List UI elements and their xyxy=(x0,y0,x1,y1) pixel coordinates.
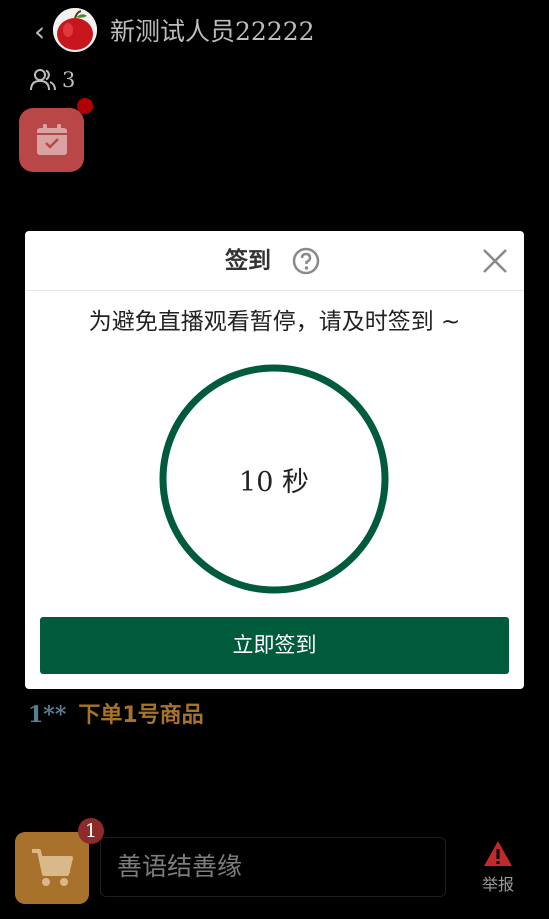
chat-message: 1** 下单1号商品 xyxy=(28,700,204,730)
live-room-page: ‹ 新测试人员22222 3 1** 下单1号商品 1 善语结善缘 举报 签到 … xyxy=(0,0,549,919)
warning-icon xyxy=(484,841,512,866)
chat-text: 下单1号商品 xyxy=(78,703,204,728)
cart-button[interactable] xyxy=(15,832,89,904)
back-button[interactable]: ‹ xyxy=(34,18,48,46)
room-title: 新测试人员22222 xyxy=(110,17,315,46)
close-icon[interactable] xyxy=(481,247,509,275)
viewer-count-value: 3 xyxy=(62,68,76,92)
comment-input[interactable]: 善语结善缘 xyxy=(100,837,446,897)
modal-description: 为避免直播观看暂停，请及时签到 ~ xyxy=(88,309,461,335)
countdown-text: 10 秒 xyxy=(239,466,309,498)
checkin-entry-button[interactable] xyxy=(19,108,84,172)
chat-username: 1** xyxy=(28,702,67,728)
host-avatar[interactable] xyxy=(53,8,97,52)
modal-header: 签到 xyxy=(25,231,524,291)
chevron-left-icon: ‹ xyxy=(34,15,46,48)
cart-icon xyxy=(32,849,73,886)
calendar-check-icon xyxy=(36,124,67,155)
apple-avatar-image xyxy=(53,8,97,52)
report-button[interactable]: 举报 xyxy=(474,840,522,898)
report-label: 举报 xyxy=(481,875,514,894)
modal-title: 签到 xyxy=(225,248,271,274)
users-icon xyxy=(30,69,56,91)
checkin-now-button[interactable]: 立即签到 xyxy=(40,617,509,674)
checkin-modal: 签到 为避免直播观看暂停，请及时签到 ~ 10 秒 立即签到 xyxy=(25,231,524,689)
notification-dot xyxy=(77,98,93,114)
viewer-count: 3 xyxy=(30,66,75,94)
help-circle-icon[interactable] xyxy=(292,247,320,275)
